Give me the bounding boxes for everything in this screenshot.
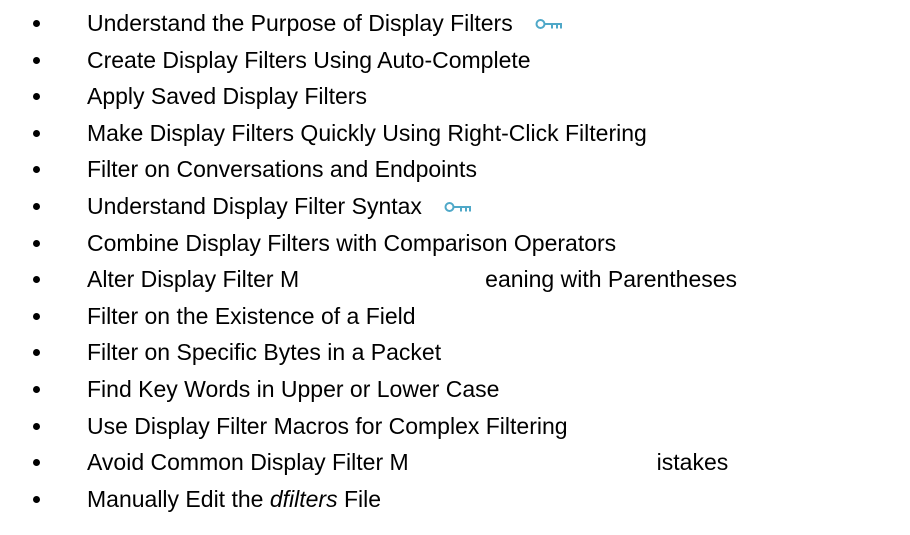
item-text: Understand the Purpose of Display Filter…	[87, 5, 563, 43]
item-text: Combine Display Filters with Comparison …	[87, 229, 617, 256]
bullet-icon	[33, 20, 40, 27]
bullet-icon	[33, 349, 40, 357]
bullet-icon	[33, 495, 40, 503]
item-text: Filter on Specific Bytes in a Packet	[87, 339, 442, 366]
key-icon	[444, 188, 472, 225]
bullet-icon	[33, 129, 40, 137]
bullet-icon	[33, 56, 40, 64]
bullet-icon	[33, 202, 40, 210]
bullet-icon	[33, 385, 40, 393]
item-text: Filter on the Existence of a Field	[87, 302, 416, 329]
bullet-icon	[33, 312, 40, 320]
item-text: Avoid Common Display Filter Mistakes	[87, 449, 729, 476]
item-text: Apply Saved Display Filters	[87, 83, 367, 110]
bullet-icon	[33, 239, 40, 247]
item-text: Make Display Filters Quickly Using Right…	[87, 119, 647, 146]
bullet-icon	[33, 459, 40, 467]
item-text: Alter Display Filter Meaning with Parent…	[87, 266, 738, 293]
item-text: Filter on Conversations and Endpoints	[87, 156, 477, 183]
bullet-icon	[33, 93, 40, 101]
key-icon	[535, 5, 563, 42]
bullet-icon	[33, 166, 40, 174]
item-text: Find Key Words in Upper or Lower Case	[87, 375, 500, 402]
filename-italic: dfilters	[269, 485, 338, 512]
item-text: Use Display Filter Macros for Complex Fi…	[87, 412, 568, 439]
item-text: Understand Display Filter Syntax	[87, 188, 472, 226]
bullet-icon	[33, 276, 40, 284]
item-text: Manually Edit the dfilters File	[87, 485, 382, 512]
item-text: Create Display Filters Using Auto-Comple…	[87, 46, 531, 73]
bullet-icon	[33, 422, 40, 430]
